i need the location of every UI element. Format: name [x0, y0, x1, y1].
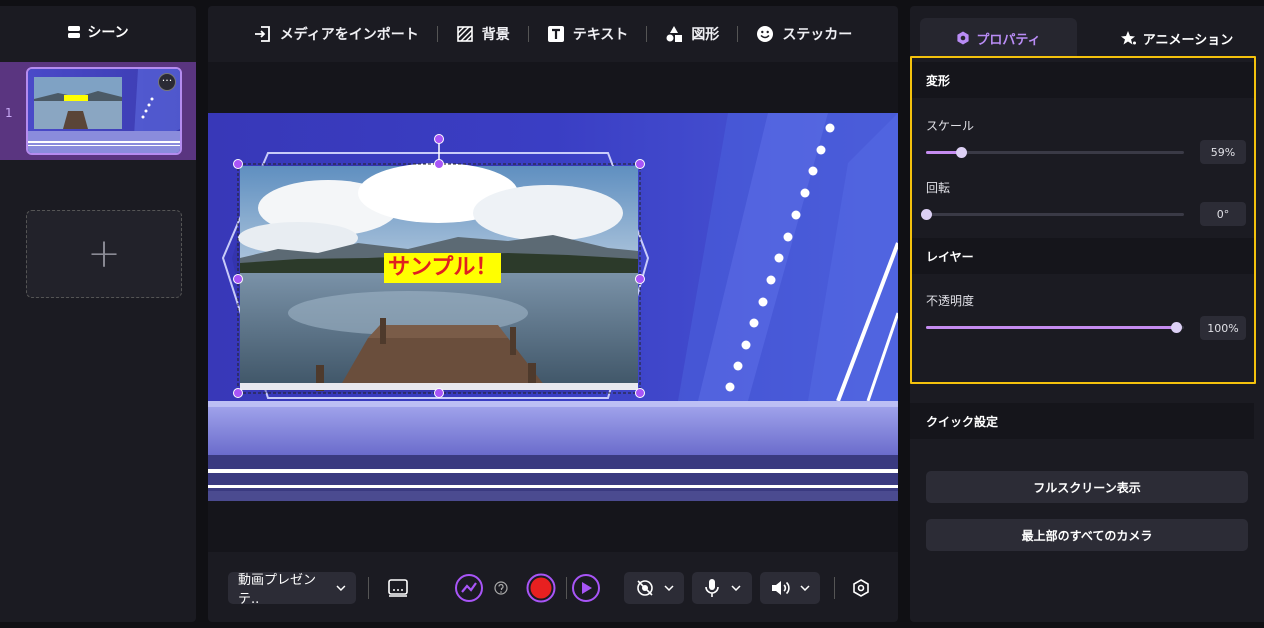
- chevron-down-icon: [663, 585, 674, 591]
- quick-settings-header: クイック設定: [910, 403, 1254, 439]
- caption-label: サンプル！: [388, 255, 498, 280]
- background-label: 背景: [481, 27, 510, 43]
- smiley-icon: [757, 26, 774, 42]
- scale-slider-knob[interactable]: [955, 147, 967, 158]
- sticker-label: ステッカー: [782, 27, 853, 43]
- rotate-slider-knob[interactable]: [921, 209, 932, 220]
- hexagon-settings-icon: [853, 579, 869, 597]
- plus-icon: +: [87, 231, 121, 277]
- scene-title-label: シーン: [87, 25, 129, 41]
- sticker-button[interactable]: ステッカー: [756, 24, 852, 44]
- scene-item[interactable]: 1 ···: [0, 62, 196, 160]
- toolbar-divider: [527, 26, 529, 42]
- help-button[interactable]: [494, 581, 508, 595]
- import-media-button[interactable]: メディアをインポート: [254, 24, 419, 44]
- rotate-value-input[interactable]: 0°: [1200, 202, 1246, 226]
- scale-slider[interactable]: [926, 147, 1184, 158]
- opacity-slider-knob[interactable]: [1171, 322, 1183, 333]
- background-button[interactable]: 背景: [456, 24, 510, 44]
- mode-dropdown[interactable]: 動画プレゼンテ..: [228, 572, 356, 607]
- opacity-slider[interactable]: [926, 322, 1184, 333]
- text-label: テキスト: [572, 27, 629, 43]
- shape-icon: [666, 26, 683, 42]
- teleprompter-icon: [388, 579, 408, 597]
- text-icon: [547, 26, 564, 42]
- chevron-down-icon: [800, 585, 810, 591]
- import-icon: [254, 26, 270, 42]
- analytics-button[interactable]: [454, 573, 484, 603]
- opacity-value-input[interactable]: 100%: [1200, 316, 1246, 340]
- camera-off-icon: [636, 580, 653, 596]
- gear-icon: [957, 31, 969, 45]
- all-cameras-label: 最上部のすべてのカメラ: [1021, 528, 1153, 543]
- scale-value-input[interactable]: 59%: [1200, 140, 1246, 164]
- scene-number: 1: [5, 106, 13, 120]
- layers-icon: [68, 26, 81, 38]
- mode-label: 動画プレゼンテ..: [238, 573, 317, 607]
- fullscreen-button[interactable]: フルスクリーン表示: [926, 471, 1248, 503]
- transform-title: 変形: [926, 73, 951, 88]
- more-icon[interactable]: ···: [158, 73, 176, 91]
- opacity-slider-fill: [926, 326, 1177, 329]
- microphone-icon: [704, 579, 719, 597]
- caption-text[interactable]: サンプル！: [384, 253, 502, 283]
- transform-section-header: 変形: [910, 62, 1254, 98]
- stage-scene: [208, 113, 898, 501]
- quick-settings-title: クイック設定: [926, 414, 999, 429]
- play-button[interactable]: [571, 573, 601, 603]
- add-scene-button[interactable]: +: [26, 210, 182, 298]
- text-button[interactable]: テキスト: [547, 24, 629, 44]
- editor-area: メディアをインポート 背景 テキスト 図形 ステッカー サンプル！ 動画プレゼン…: [208, 6, 898, 622]
- layer-title: レイヤー: [926, 249, 974, 264]
- chart-trend-icon: [455, 574, 483, 602]
- chevron-down-icon: [730, 585, 741, 591]
- layer-section-header: レイヤー: [910, 238, 1254, 274]
- tab-properties[interactable]: プロパティ: [920, 18, 1077, 58]
- opacity-label: 不透明度: [926, 294, 975, 308]
- play-icon: [572, 574, 600, 602]
- bottom-divider: [566, 577, 567, 599]
- import-label: メディアをインポート: [279, 27, 419, 43]
- chevron-down-icon: [336, 585, 346, 591]
- tab-properties-label: プロパティ: [976, 32, 1041, 48]
- rotate-label: 回転: [926, 181, 951, 195]
- record-icon: [526, 573, 556, 603]
- all-cameras-button[interactable]: 最上部のすべてのカメラ: [926, 519, 1248, 551]
- shape-button[interactable]: 図形: [665, 24, 719, 44]
- sparkle-star-icon: [1120, 31, 1136, 45]
- app-window: シーン 1 ··· + メディアをインポート 背景 テキスト 図形 ステッカー …: [0, 0, 1264, 628]
- properties-panel: プロパティ アニメーション 変形 スケール 59% 回転 0° レイヤー 不透明…: [910, 6, 1264, 622]
- settings-button[interactable]: [851, 578, 871, 598]
- scale-label: スケール: [926, 119, 975, 133]
- subtitle-button[interactable]: [386, 576, 410, 600]
- bottom-divider: [368, 577, 369, 599]
- tab-animation-label: アニメーション: [1142, 32, 1234, 48]
- tab-animation[interactable]: アニメーション: [1102, 18, 1252, 58]
- toolbar-divider: [436, 26, 438, 42]
- speaker-toggle[interactable]: [760, 572, 820, 604]
- microphone-toggle[interactable]: [692, 572, 752, 604]
- preview-canvas[interactable]: サンプル！: [208, 62, 898, 552]
- rotate-slider[interactable]: [921, 209, 1184, 220]
- question-icon: [494, 581, 508, 595]
- bottom-controls: 動画プレゼンテ..: [208, 552, 898, 622]
- record-button[interactable]: [526, 573, 556, 603]
- speaker-icon: [772, 581, 790, 595]
- fullscreen-label: フルスクリーン表示: [1033, 480, 1141, 495]
- background-icon: [456, 26, 473, 42]
- toolbar-divider: [646, 26, 648, 42]
- scene-thumbnail[interactable]: ···: [26, 67, 182, 155]
- scene-panel-title: シーン: [0, 6, 196, 58]
- scene-panel: シーン 1 ··· +: [0, 6, 196, 622]
- shape-label: 図形: [691, 27, 720, 43]
- toolbar-divider: [737, 26, 739, 42]
- camera-toggle[interactable]: [624, 572, 684, 604]
- top-toolbar: メディアをインポート 背景 テキスト 図形 ステッカー: [208, 6, 898, 62]
- bottom-divider: [834, 577, 835, 599]
